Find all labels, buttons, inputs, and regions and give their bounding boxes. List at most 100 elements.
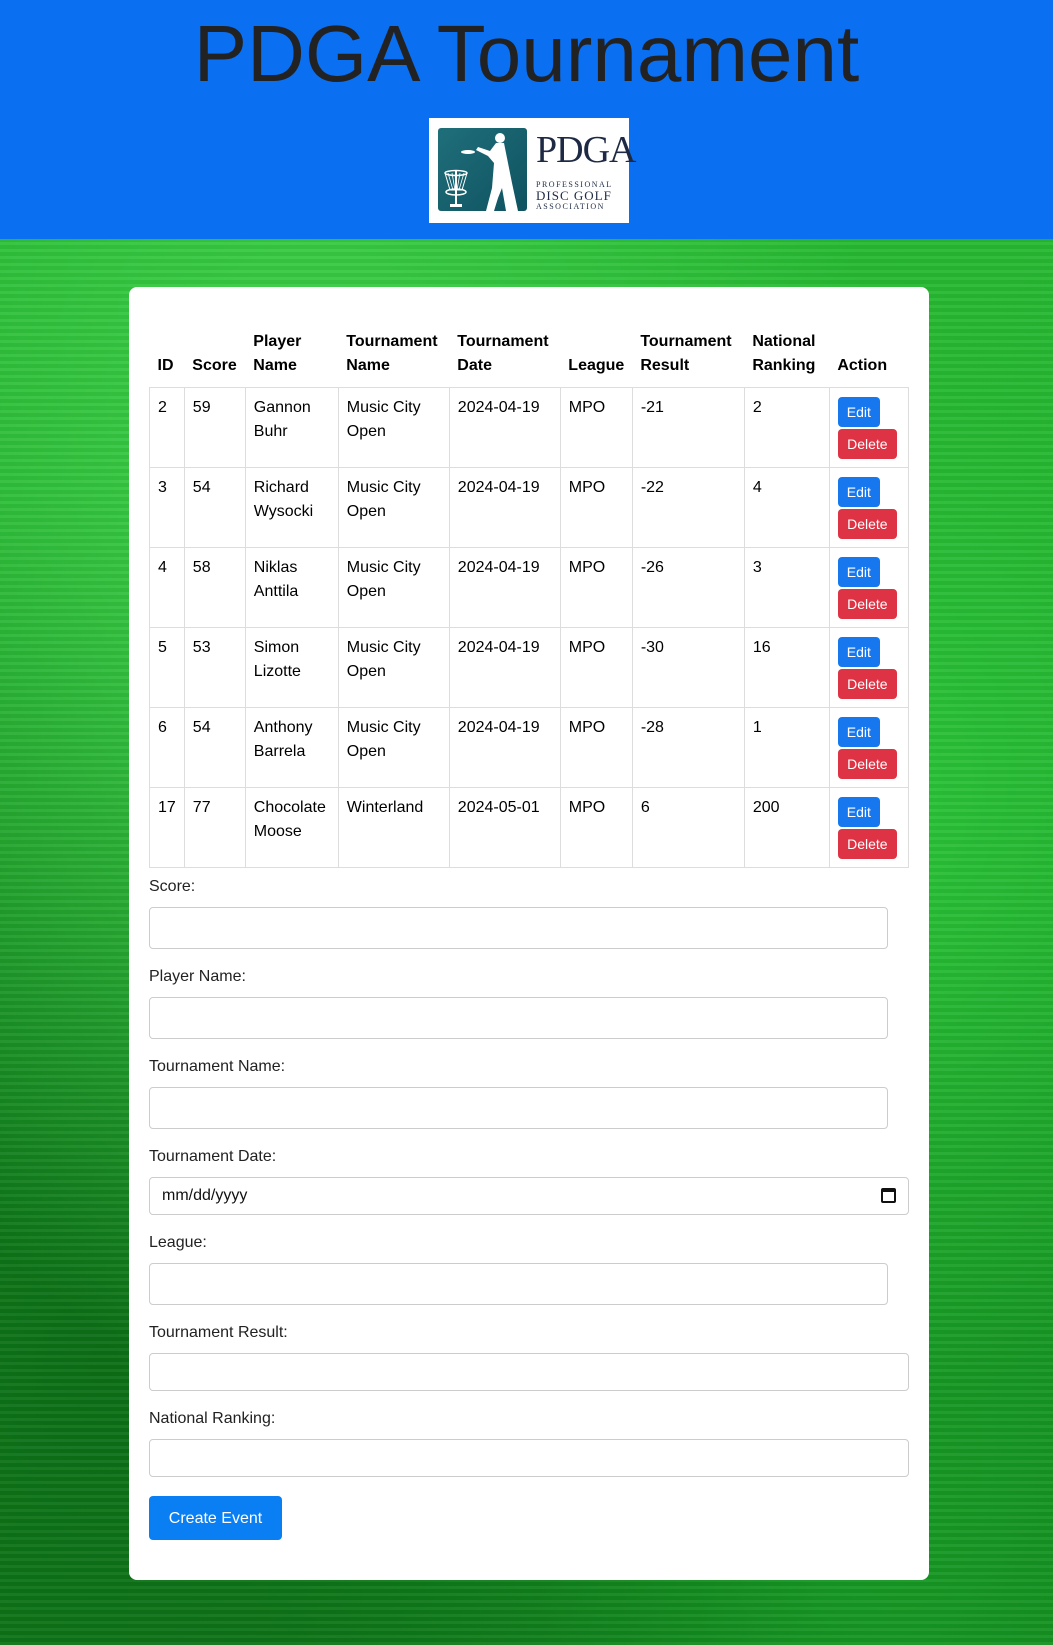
cell-league: MPO <box>559 786 633 868</box>
cell-action: Edit Delete <box>828 466 910 548</box>
league-input[interactable] <box>149 1263 888 1305</box>
column-header: Score <box>192 356 237 374</box>
table-row: 4 58 Niklas Anttila Music City Open 2024… <box>149 546 910 628</box>
cell-league: MPO <box>559 626 633 708</box>
events-table: ID Score Player Name Tournament Name Tou… <box>149 327 910 868</box>
cell-result: -21 <box>631 386 745 468</box>
cell-ranking: 3 <box>743 546 830 628</box>
cell-ranking: 4 <box>743 466 830 548</box>
cell-date: 2024-04-19 <box>448 706 561 788</box>
cell-player: Chocolate Moose <box>244 786 339 868</box>
tournament-result-label: Tournament Result: <box>149 1324 288 1341</box>
delete-button[interactable]: Delete <box>837 668 897 699</box>
table-row: 5 53 Simon Lizotte Music City Open 2024-… <box>149 626 910 708</box>
cell-action: Edit Delete <box>828 706 910 788</box>
national-ranking-label: National Ranking: <box>149 1410 276 1427</box>
tournament-date-input[interactable]: mm/dd/yyyy <box>149 1177 909 1215</box>
cell-tournament: Music City Open <box>337 386 450 468</box>
date-field-group: Tournament Date: mm/dd/yyyy <box>149 1147 909 1215</box>
edit-button[interactable]: Edit <box>837 556 880 587</box>
column-header: National Ranking <box>752 332 816 374</box>
delete-button[interactable]: Delete <box>837 828 897 859</box>
cell-tournament: Winterland <box>337 786 450 868</box>
column-header: Player Name <box>253 332 302 374</box>
cell-result: -28 <box>631 706 745 788</box>
delete-button[interactable]: Delete <box>837 428 897 459</box>
table-header-row: ID Score Player Name Tournament Name Tou… <box>150 327 909 387</box>
pdga-logo: PDGA PROFESSIONAL DISC GOLF ASSOCIATION <box>429 118 636 223</box>
cell-league: MPO <box>559 706 633 788</box>
cell-player: Gannon Buhr <box>244 386 339 468</box>
player-name-input[interactable] <box>149 997 888 1039</box>
cell-tournament: Music City Open <box>337 706 450 788</box>
tournament-result-input[interactable] <box>149 1353 909 1391</box>
tournament-date-label: Tournament Date: <box>149 1148 277 1165</box>
score-label: Score: <box>149 878 196 895</box>
cell-action: Edit Delete <box>828 546 910 628</box>
column-header: Tournament Date <box>457 332 549 374</box>
cell-player: Simon Lizotte <box>244 626 339 708</box>
cell-date: 2024-04-19 <box>448 626 561 708</box>
cell-league: MPO <box>559 386 633 468</box>
cell-id: 2 <box>149 386 185 468</box>
main-card: ID Score Player Name Tournament Name Tou… <box>129 287 929 1580</box>
national-ranking-input[interactable] <box>149 1439 909 1477</box>
date-placeholder: mm/dd/yyyy <box>162 1187 248 1204</box>
cell-ranking: 1 <box>743 706 830 788</box>
cell-date: 2024-04-19 <box>448 466 561 548</box>
page-title: PDGA Tournament <box>193 9 860 98</box>
cell-tournament: Music City Open <box>337 546 450 628</box>
player-field-group: Player Name: <box>149 967 888 1039</box>
table-row: 17 77 Chocolate Moose Winterland 2024-05… <box>149 786 910 868</box>
player-name-label: Player Name: <box>149 968 246 985</box>
delete-button[interactable]: Delete <box>837 508 897 539</box>
cell-score: 59 <box>183 386 246 468</box>
tournament-name-label: Tournament Name: <box>149 1058 286 1075</box>
cell-player: Richard Wysocki <box>244 466 339 548</box>
column-header: ID <box>157 356 174 374</box>
table-row: 6 54 Anthony Barrela Music City Open 202… <box>149 706 910 788</box>
edit-button[interactable]: Edit <box>837 396 880 427</box>
create-event-button[interactable]: Create Event <box>149 1496 282 1540</box>
cell-id: 6 <box>149 706 185 788</box>
score-input[interactable] <box>149 907 888 949</box>
disc-golf-emblem-icon <box>438 128 527 211</box>
logo-subtitle: PROFESSIONAL DISC GOLF ASSOCIATION <box>536 180 613 211</box>
delete-button[interactable]: Delete <box>837 588 897 619</box>
cell-id: 17 <box>149 786 185 868</box>
cell-result: -26 <box>631 546 745 628</box>
cell-ranking: 2 <box>743 386 830 468</box>
edit-button[interactable]: Edit <box>837 476 880 507</box>
result-field-group: Tournament Result: <box>149 1323 909 1391</box>
edit-button[interactable]: Edit <box>837 796 880 827</box>
cell-id: 5 <box>149 626 185 708</box>
cell-player: Niklas Anttila <box>244 546 339 628</box>
table-row: 3 54 Richard Wysocki Music City Open 202… <box>149 466 910 548</box>
cell-id: 3 <box>149 466 185 548</box>
league-field-group: League: <box>149 1233 888 1305</box>
cell-date: 2024-04-19 <box>448 386 561 468</box>
cell-action: Edit Delete <box>828 626 910 708</box>
cell-tournament: Music City Open <box>337 626 450 708</box>
delete-button[interactable]: Delete <box>837 748 897 779</box>
column-header: Action <box>837 356 888 374</box>
edit-button[interactable]: Edit <box>837 636 880 667</box>
calendar-icon[interactable] <box>881 1188 896 1203</box>
table-row: 2 59 Gannon Buhr Music City Open 2024-04… <box>149 386 910 468</box>
cell-result: -22 <box>631 466 745 548</box>
cell-player: Anthony Barrela <box>244 706 339 788</box>
cell-result: 6 <box>631 786 745 868</box>
edit-button[interactable]: Edit <box>837 716 880 747</box>
tournament-name-input[interactable] <box>149 1087 888 1129</box>
cell-result: -30 <box>631 626 745 708</box>
logo-brand: PDGA <box>536 129 636 171</box>
cell-action: Edit Delete <box>828 386 910 468</box>
cell-score: 54 <box>183 466 246 548</box>
ranking-field-group: National Ranking: <box>149 1409 909 1477</box>
column-header: League <box>568 356 625 374</box>
cell-date: 2024-04-19 <box>448 546 561 628</box>
cell-action: Edit Delete <box>828 786 910 868</box>
tournament-field-group: Tournament Name: <box>149 1057 888 1129</box>
cell-score: 77 <box>183 786 246 868</box>
cell-date: 2024-05-01 <box>448 786 561 868</box>
